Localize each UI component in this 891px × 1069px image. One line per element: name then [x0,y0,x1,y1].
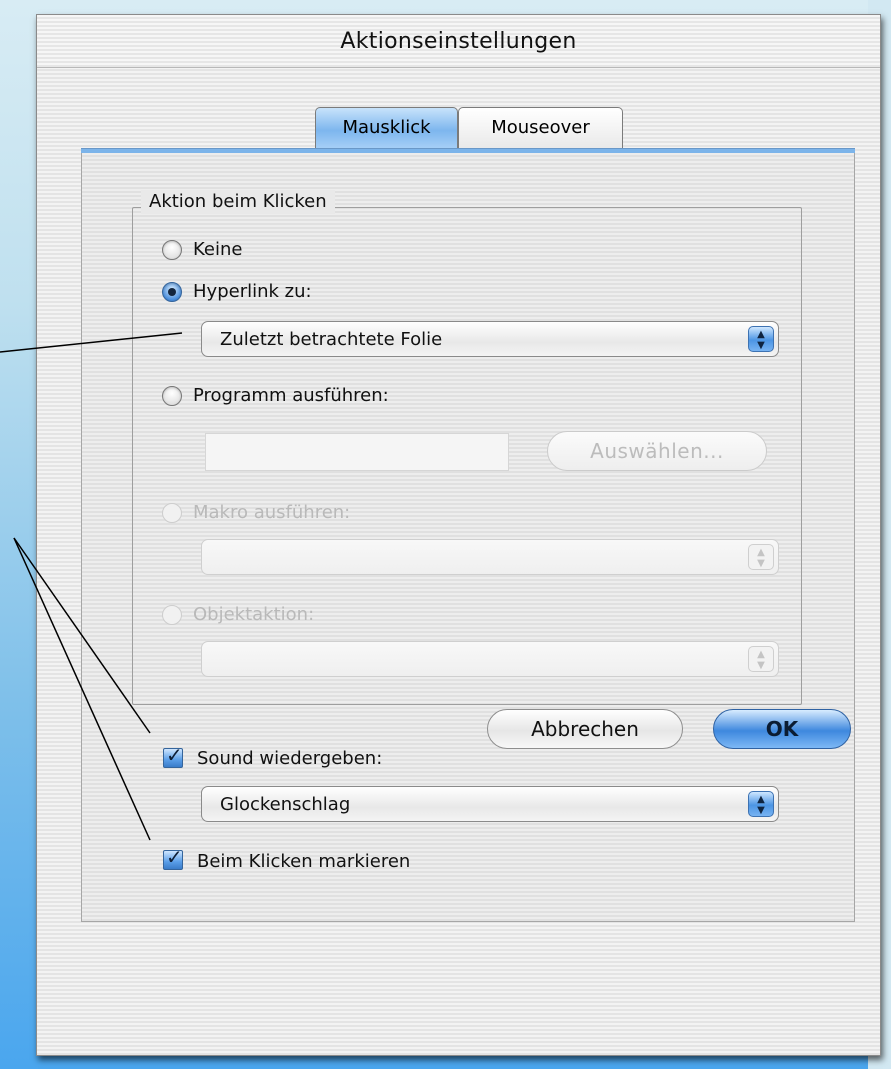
popup-arrows-icon: ▲ ▼ [748,326,774,352]
window-title: Aktionseinstellungen [340,29,577,54]
highlight-checkbox[interactable]: ✓ [163,845,183,870]
radio-run-program-label: Programm ausführen: [193,385,389,406]
radio-hyperlink-label: Hyperlink zu: [193,281,312,302]
highlight-checkbox-label: Beim Klicken markieren [197,851,411,872]
dialog-window: Aktionseinstellungen Mausklick Mouseover… [36,14,881,1056]
checkmark-icon: ✓ [166,845,183,869]
tab-mouseover[interactable]: Mouseover [458,107,623,149]
tab-mausklick[interactable]: Mausklick [315,107,458,149]
popup-arrows-icon: ▲ ▼ [748,791,774,817]
radio-run-program[interactable] [162,386,182,406]
radio-run-macro[interactable] [162,503,182,523]
radio-object-action-label: Objektaktion: [193,604,315,625]
popup-arrows-icon: ▲ ▼ [748,544,774,570]
popup-arrows-icon: ▲ ▼ [748,646,774,672]
choose-button[interactable]: Auswählen... [547,431,767,471]
cancel-button[interactable]: Abbrechen [487,709,683,749]
sound-popup-value: Glockenschlag [220,794,351,815]
macro-popup[interactable]: ▲ ▼ [201,539,779,575]
checkmark-icon: ✓ [166,743,183,767]
groupbox-legend: Aktion beim Klicken [141,190,335,214]
radio-none-label: Keine [193,239,243,260]
sound-checkbox[interactable]: ✓ [163,743,183,768]
radio-run-macro-label: Makro ausführen: [193,502,351,523]
hyperlink-popup-value: Zuletzt betrachtete Folie [220,329,443,350]
radio-object-action[interactable] [162,605,182,625]
sound-popup[interactable]: Glockenschlag ▲ ▼ [201,786,779,822]
title-bar[interactable]: Aktionseinstellungen [37,15,880,68]
sound-checkbox-label: Sound wiedergeben: [197,748,383,769]
object-action-popup[interactable]: ▲ ▼ [201,641,779,677]
radio-hyperlink[interactable] [162,282,182,302]
program-path-field[interactable] [205,433,509,471]
ok-button[interactable]: OK [713,709,851,749]
hyperlink-popup[interactable]: Zuletzt betrachtete Folie ▲ ▼ [201,321,779,357]
radio-none[interactable] [162,240,182,260]
